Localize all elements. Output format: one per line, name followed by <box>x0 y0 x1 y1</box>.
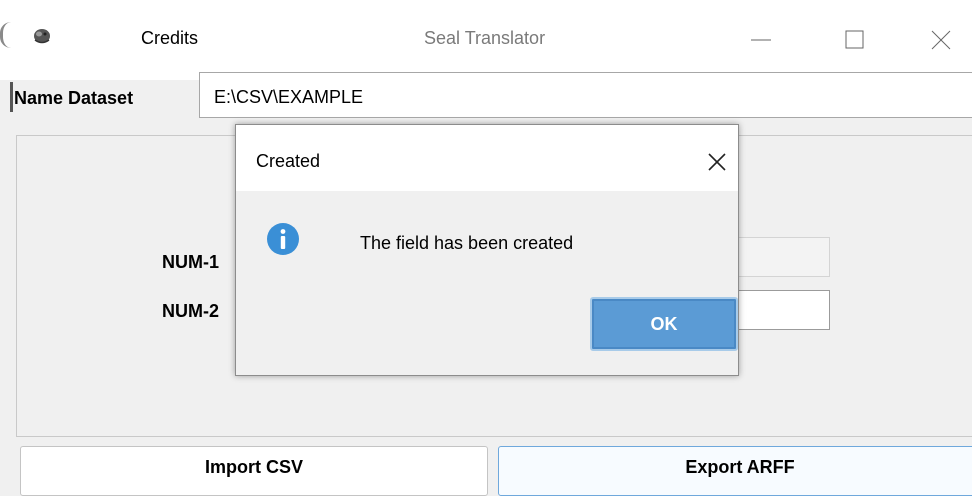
window-edge <box>0 22 11 48</box>
window-edge-left <box>0 80 14 484</box>
close-button[interactable] <box>916 22 966 58</box>
minimize-button[interactable] <box>736 22 786 58</box>
export-arff-button[interactable]: Export ARFF <box>498 446 972 496</box>
maximize-icon <box>845 30 864 49</box>
title-bar: Credits Seal Translator <box>0 0 972 80</box>
num2-label: NUM-2 <box>162 301 219 321</box>
created-dialog: Created The field has been created OK <box>235 124 739 376</box>
menu-credits[interactable]: Credits <box>141 28 198 49</box>
num1-label: NUM-1 <box>162 252 219 272</box>
import-csv-button[interactable]: Import CSV <box>20 446 488 496</box>
close-icon <box>708 153 726 171</box>
seal-icon[interactable] <box>32 26 52 46</box>
window-edge-tick <box>10 82 13 112</box>
dataset-label: Name Dataset <box>14 88 134 108</box>
dialog-message: The field has been created <box>360 233 574 253</box>
ok-button[interactable]: OK <box>590 297 738 351</box>
maximize-button[interactable] <box>830 22 880 58</box>
dialog-close-button[interactable] <box>702 147 732 177</box>
info-icon <box>266 222 300 256</box>
dialog-title-bar: Created <box>236 125 738 191</box>
dialog-title: Created <box>256 151 321 171</box>
window-title: Seal Translator <box>424 28 546 48</box>
dataset-name-input[interactable]: E:\CSV\EXAMPLE <box>199 72 972 118</box>
minimize-icon <box>751 39 771 41</box>
close-icon <box>931 30 951 50</box>
